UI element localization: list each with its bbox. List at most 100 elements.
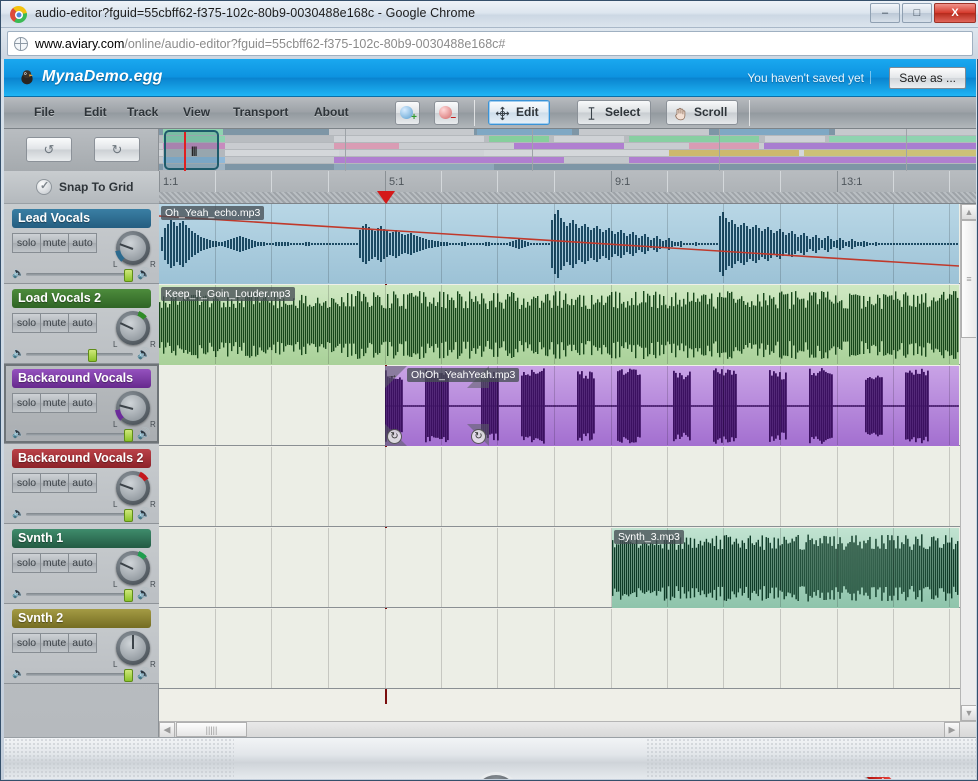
volume-slider-handle-2[interactable]: [124, 429, 134, 442]
clip-keep-it-goin-louder[interactable]: Keep_It_Goin_Louder.mp3: [159, 285, 959, 365]
track-name-0[interactable]: Lead Vocals: [12, 209, 151, 228]
volume-slider-2[interactable]: [26, 429, 134, 442]
pan-knob-4[interactable]: [115, 550, 151, 586]
volume-row-0[interactable]: 🔈 🔊: [12, 268, 151, 282]
pan-knob-1[interactable]: [115, 310, 151, 346]
mute-button-0[interactable]: mute: [40, 233, 69, 253]
solo-button-1[interactable]: solo: [12, 313, 41, 333]
minimize-button[interactable]: –: [870, 3, 900, 23]
clip-oh-yeah-echo[interactable]: Oh_Yeah_echo.mp3: [159, 204, 959, 284]
track-control-1[interactable]: Load Vocals 2 solo mute auto L R 🔈 🔊: [4, 284, 159, 364]
solo-button-0[interactable]: solo: [12, 233, 41, 253]
solo-button-3[interactable]: solo: [12, 473, 41, 493]
maximize-button[interactable]: □: [902, 3, 932, 23]
mute-button-5[interactable]: mute: [40, 633, 69, 653]
solo-button-5[interactable]: solo: [12, 633, 41, 653]
solo-button-4[interactable]: solo: [12, 553, 41, 573]
scroll-down-button[interactable]: ▼: [961, 705, 976, 721]
timeline-track-1[interactable]: Keep_It_Goin_Louder.mp3: [159, 285, 976, 365]
track-name-4[interactable]: Svnth 1: [12, 529, 151, 548]
track-name-5[interactable]: Svnth 2: [12, 609, 151, 628]
horizontal-scroll-thumb[interactable]: |||||: [176, 722, 247, 737]
menu-item-edit[interactable]: Edit: [84, 105, 107, 119]
mute-button-2[interactable]: mute: [40, 393, 69, 413]
save-as-button[interactable]: Save as ...: [889, 67, 966, 89]
timeline-area[interactable]: 1:1 5:1 9:1 13:1 Oh_Yeah_echo.mp3 Keep_I…: [159, 171, 976, 737]
auto-button-4[interactable]: auto: [68, 553, 97, 573]
menu-item-transport[interactable]: Transport: [233, 105, 288, 119]
menu-item-view[interactable]: View: [183, 105, 210, 119]
address-bar[interactable]: www.aviary.com /online/audio-editor?fgui…: [7, 31, 973, 56]
track-control-4[interactable]: Svnth 1 solo mute auto L R 🔈 🔊: [4, 524, 159, 604]
clip-label-4[interactable]: Synth_3.mp3: [614, 530, 684, 544]
timeline-minimap[interactable]: |||: [159, 129, 976, 171]
auto-button-5[interactable]: auto: [68, 633, 97, 653]
volume-slider-1[interactable]: [26, 349, 133, 362]
volume-slider-handle-1[interactable]: [88, 349, 98, 362]
timeline-track-5[interactable]: [159, 609, 976, 689]
playhead-marker[interactable]: [377, 191, 395, 204]
volume-row-4[interactable]: 🔈 🔊: [12, 588, 151, 602]
volume-row-2[interactable]: 🔈 🔊: [12, 428, 151, 442]
clip-label-1[interactable]: Keep_It_Goin_Louder.mp3: [161, 287, 295, 301]
volume-slider-4[interactable]: [26, 589, 134, 602]
snap-to-grid-row[interactable]: Snap To Grid: [4, 171, 159, 204]
mute-button-1[interactable]: mute: [40, 313, 69, 333]
pan-knob-3[interactable]: [115, 470, 151, 506]
track-control-3[interactable]: Backaround Vocals 2 solo mute auto L R 🔈: [4, 444, 159, 524]
track-control-2[interactable]: Backaround Vocals solo mute auto L R 🔈 🔊: [4, 364, 159, 444]
track-control-5[interactable]: Svnth 2 solo mute auto L R 🔈 🔊: [4, 604, 159, 684]
scroll-right-button[interactable]: ▶: [944, 722, 960, 737]
check-circle-icon[interactable]: [36, 179, 52, 195]
remove-track-icon[interactable]: –: [434, 101, 459, 125]
tool-scroll-button[interactable]: Scroll: [666, 100, 739, 125]
vertical-scroll-thumb[interactable]: ≡: [961, 220, 976, 338]
volume-slider-handle-4[interactable]: [124, 589, 134, 602]
scroll-up-button[interactable]: ▲: [961, 204, 976, 220]
auto-button-0[interactable]: auto: [68, 233, 97, 253]
tool-edit-button[interactable]: Edit: [488, 100, 550, 125]
auto-button-1[interactable]: auto: [68, 313, 97, 333]
timeline-track-2[interactable]: ↻ ↻ → OhOh_YeahYeah.mp3: [159, 366, 976, 446]
volume-slider-handle-3[interactable]: [124, 509, 134, 522]
volume-row-5[interactable]: 🔈 🔊: [12, 668, 151, 682]
scroll-left-button[interactable]: ◀: [159, 722, 175, 737]
vertical-scrollbar[interactable]: ▲ ≡ ▼: [960, 204, 976, 721]
volume-slider-0[interactable]: [26, 269, 134, 282]
volume-row-1[interactable]: 🔈 🔊: [12, 348, 151, 362]
timeline-track-3[interactable]: [159, 447, 976, 527]
volume-slider-3[interactable]: [26, 509, 134, 522]
horizontal-scrollbar[interactable]: ◀ ||||| ▶: [159, 721, 976, 737]
timeline-track-4[interactable]: Synth_3.mp3: [159, 528, 976, 608]
menu-item-file[interactable]: File: [34, 105, 55, 119]
menu-item-about[interactable]: About: [314, 105, 349, 119]
timeline-track-0[interactable]: Oh_Yeah_echo.mp3: [159, 204, 976, 284]
tool-select-button[interactable]: Select: [577, 100, 652, 125]
timeline-ruler[interactable]: 1:1 5:1 9:1 13:1: [159, 171, 976, 204]
track-name-2[interactable]: Backaround Vocals: [12, 369, 151, 388]
mute-button-3[interactable]: mute: [40, 473, 69, 493]
pan-knob-5[interactable]: [116, 631, 150, 665]
clip-label-2[interactable]: OhOh_YeahYeah.mp3: [407, 368, 520, 382]
pan-knob-0[interactable]: [115, 230, 151, 266]
mute-button-4[interactable]: mute: [40, 553, 69, 573]
volume-slider-5[interactable]: [26, 669, 134, 682]
minimap-viewport-handle[interactable]: |||: [164, 130, 219, 171]
clip-ohoh-yeahyeah[interactable]: ↻ ↻ → OhOh_YeahYeah.mp3: [385, 366, 959, 446]
clip-move-handle-icon[interactable]: →: [387, 369, 398, 381]
close-button[interactable]: X: [934, 3, 976, 23]
volume-row-3[interactable]: 🔈 🔊: [12, 508, 151, 522]
track-control-0[interactable]: Lead Vocals solo mute auto L R 🔈 🔊: [4, 204, 159, 284]
clip-synth-3[interactable]: Synth_3.mp3: [612, 528, 959, 608]
zoom-in-icon[interactable]: ↻: [94, 137, 140, 162]
volume-slider-handle-0[interactable]: [124, 269, 134, 282]
track-name-1[interactable]: Load Vocals 2: [12, 289, 151, 308]
fade-out-handle-icon[interactable]: ↻: [471, 429, 486, 444]
volume-slider-handle-5[interactable]: [124, 669, 134, 682]
add-track-icon[interactable]: +: [395, 101, 420, 125]
auto-button-2[interactable]: auto: [68, 393, 97, 413]
solo-button-2[interactable]: solo: [12, 393, 41, 413]
zoom-out-icon[interactable]: ↺: [26, 137, 72, 162]
track-name-3[interactable]: Backaround Vocals 2: [12, 449, 151, 468]
pan-knob-2[interactable]: [115, 390, 151, 426]
